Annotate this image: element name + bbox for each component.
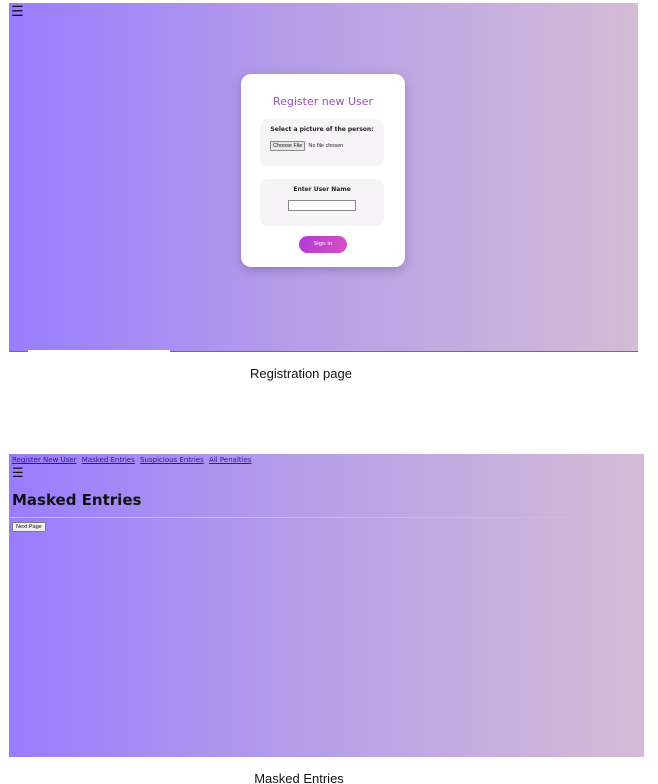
sign-in-button[interactable]: Sign in <box>299 236 347 253</box>
scrollbar-thumb[interactable] <box>28 350 170 353</box>
next-page-button[interactable]: Next Page <box>12 522 46 532</box>
hamburger-menu-icon[interactable]: ☰ <box>12 467 24 481</box>
hamburger-menu-icon[interactable]: ☰ <box>11 5 24 19</box>
nav-link-all-penalties[interactable]: All Penalties <box>209 456 252 464</box>
picture-panel: Select a picture of the person: Choose F… <box>260 119 384 166</box>
file-picker: Choose File No file chosen <box>270 141 343 151</box>
user-name-input[interactable] <box>288 200 356 211</box>
masked-entries-screen: Register New User Masked Entries Suspici… <box>9 454 644 757</box>
picture-label: Select a picture of the person: <box>270 126 374 133</box>
nav-link-register-new-user[interactable]: Register New User <box>12 456 77 464</box>
registration-screen: ☰ Register new User Select a picture of … <box>9 3 638 351</box>
nav-link-masked-entries[interactable]: Masked Entries <box>82 456 135 464</box>
nav-bar: Register New User Masked Entries Suspici… <box>12 456 255 464</box>
card-title: Register new User <box>272 95 374 108</box>
divider <box>9 517 644 518</box>
name-label: Enter User Name <box>293 186 351 193</box>
page-title: Masked Entries <box>12 491 142 509</box>
registration-caption: Registration page <box>250 366 352 381</box>
file-status: No file chosen <box>308 143 344 149</box>
page: ☰ Register new User Select a picture of … <box>0 0 658 784</box>
masked-caption: Masked Entries <box>254 771 344 784</box>
nav-link-suspicious-entries[interactable]: Suspicious Entries <box>140 456 204 464</box>
registration-card: Register new User Select a picture of th… <box>241 74 405 267</box>
choose-file-button[interactable]: Choose File <box>270 141 306 151</box>
name-panel: Enter User Name <box>260 179 384 226</box>
